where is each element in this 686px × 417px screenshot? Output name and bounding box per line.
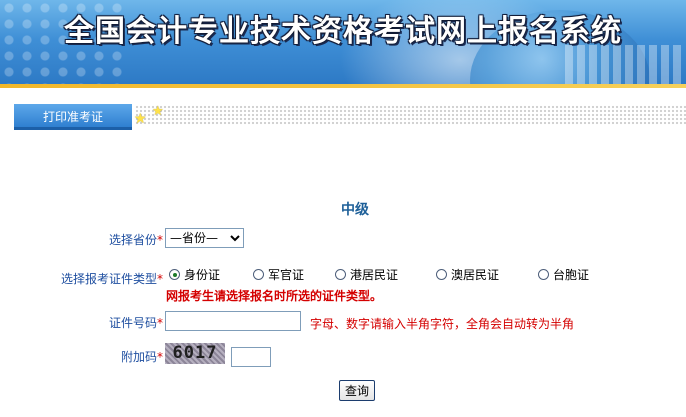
exam-level-title: 中级 <box>341 202 369 218</box>
header-banner: 全国会计专业技术资格考试网上报名系统 <box>0 0 686 88</box>
radio-button[interactable] <box>436 269 447 280</box>
radio-military-id[interactable]: 军官证 <box>253 266 304 283</box>
captcha-label: 附加码* <box>120 350 163 364</box>
tab-bar: 打印准考证 ★ ★ <box>0 100 686 132</box>
star-icon: ★ <box>134 111 147 127</box>
id-type-label: 选择报考证件类型* <box>60 272 163 286</box>
tab-print-admission-ticket[interactable]: 打印准考证 <box>14 104 132 130</box>
id-number-label: 证件号码* <box>108 316 163 330</box>
radio-button[interactable] <box>253 269 264 280</box>
required-mark: * <box>157 350 163 364</box>
tab-bar-dots <box>135 105 686 125</box>
banner-bars-pattern <box>565 45 685 85</box>
captcha-input[interactable] <box>231 347 271 367</box>
id-type-warning: 网报考生请选择报名时所选的证件类型。 <box>166 289 383 303</box>
star-icon: ★ <box>152 104 164 119</box>
required-mark: * <box>157 233 163 247</box>
radio-hk-resident-id[interactable]: 港居民证 <box>335 266 398 283</box>
id-number-hint: 字母、数字请输入半角字符，全角会自动转为半角 <box>310 317 575 331</box>
province-select[interactable]: —省份— <box>165 228 244 248</box>
province-label: 选择省份* <box>108 233 163 247</box>
radio-button[interactable] <box>538 269 549 280</box>
radio-macau-resident-id[interactable]: 澳居民证 <box>436 266 499 283</box>
query-button[interactable]: 查询 <box>339 380 375 401</box>
radio-button[interactable] <box>335 269 346 280</box>
required-mark: * <box>157 272 163 286</box>
site-title: 全国会计专业技术资格考试网上报名系统 <box>64 14 622 49</box>
banner-stripe <box>0 84 686 88</box>
radio-button-checked[interactable] <box>169 269 180 280</box>
id-number-input[interactable] <box>165 311 301 331</box>
required-mark: * <box>157 316 163 330</box>
captcha-image[interactable]: 6017 <box>165 343 225 364</box>
radio-id-card[interactable]: 身份证 <box>169 266 220 283</box>
radio-taiwan-compatriot-id[interactable]: 台胞证 <box>538 266 589 283</box>
